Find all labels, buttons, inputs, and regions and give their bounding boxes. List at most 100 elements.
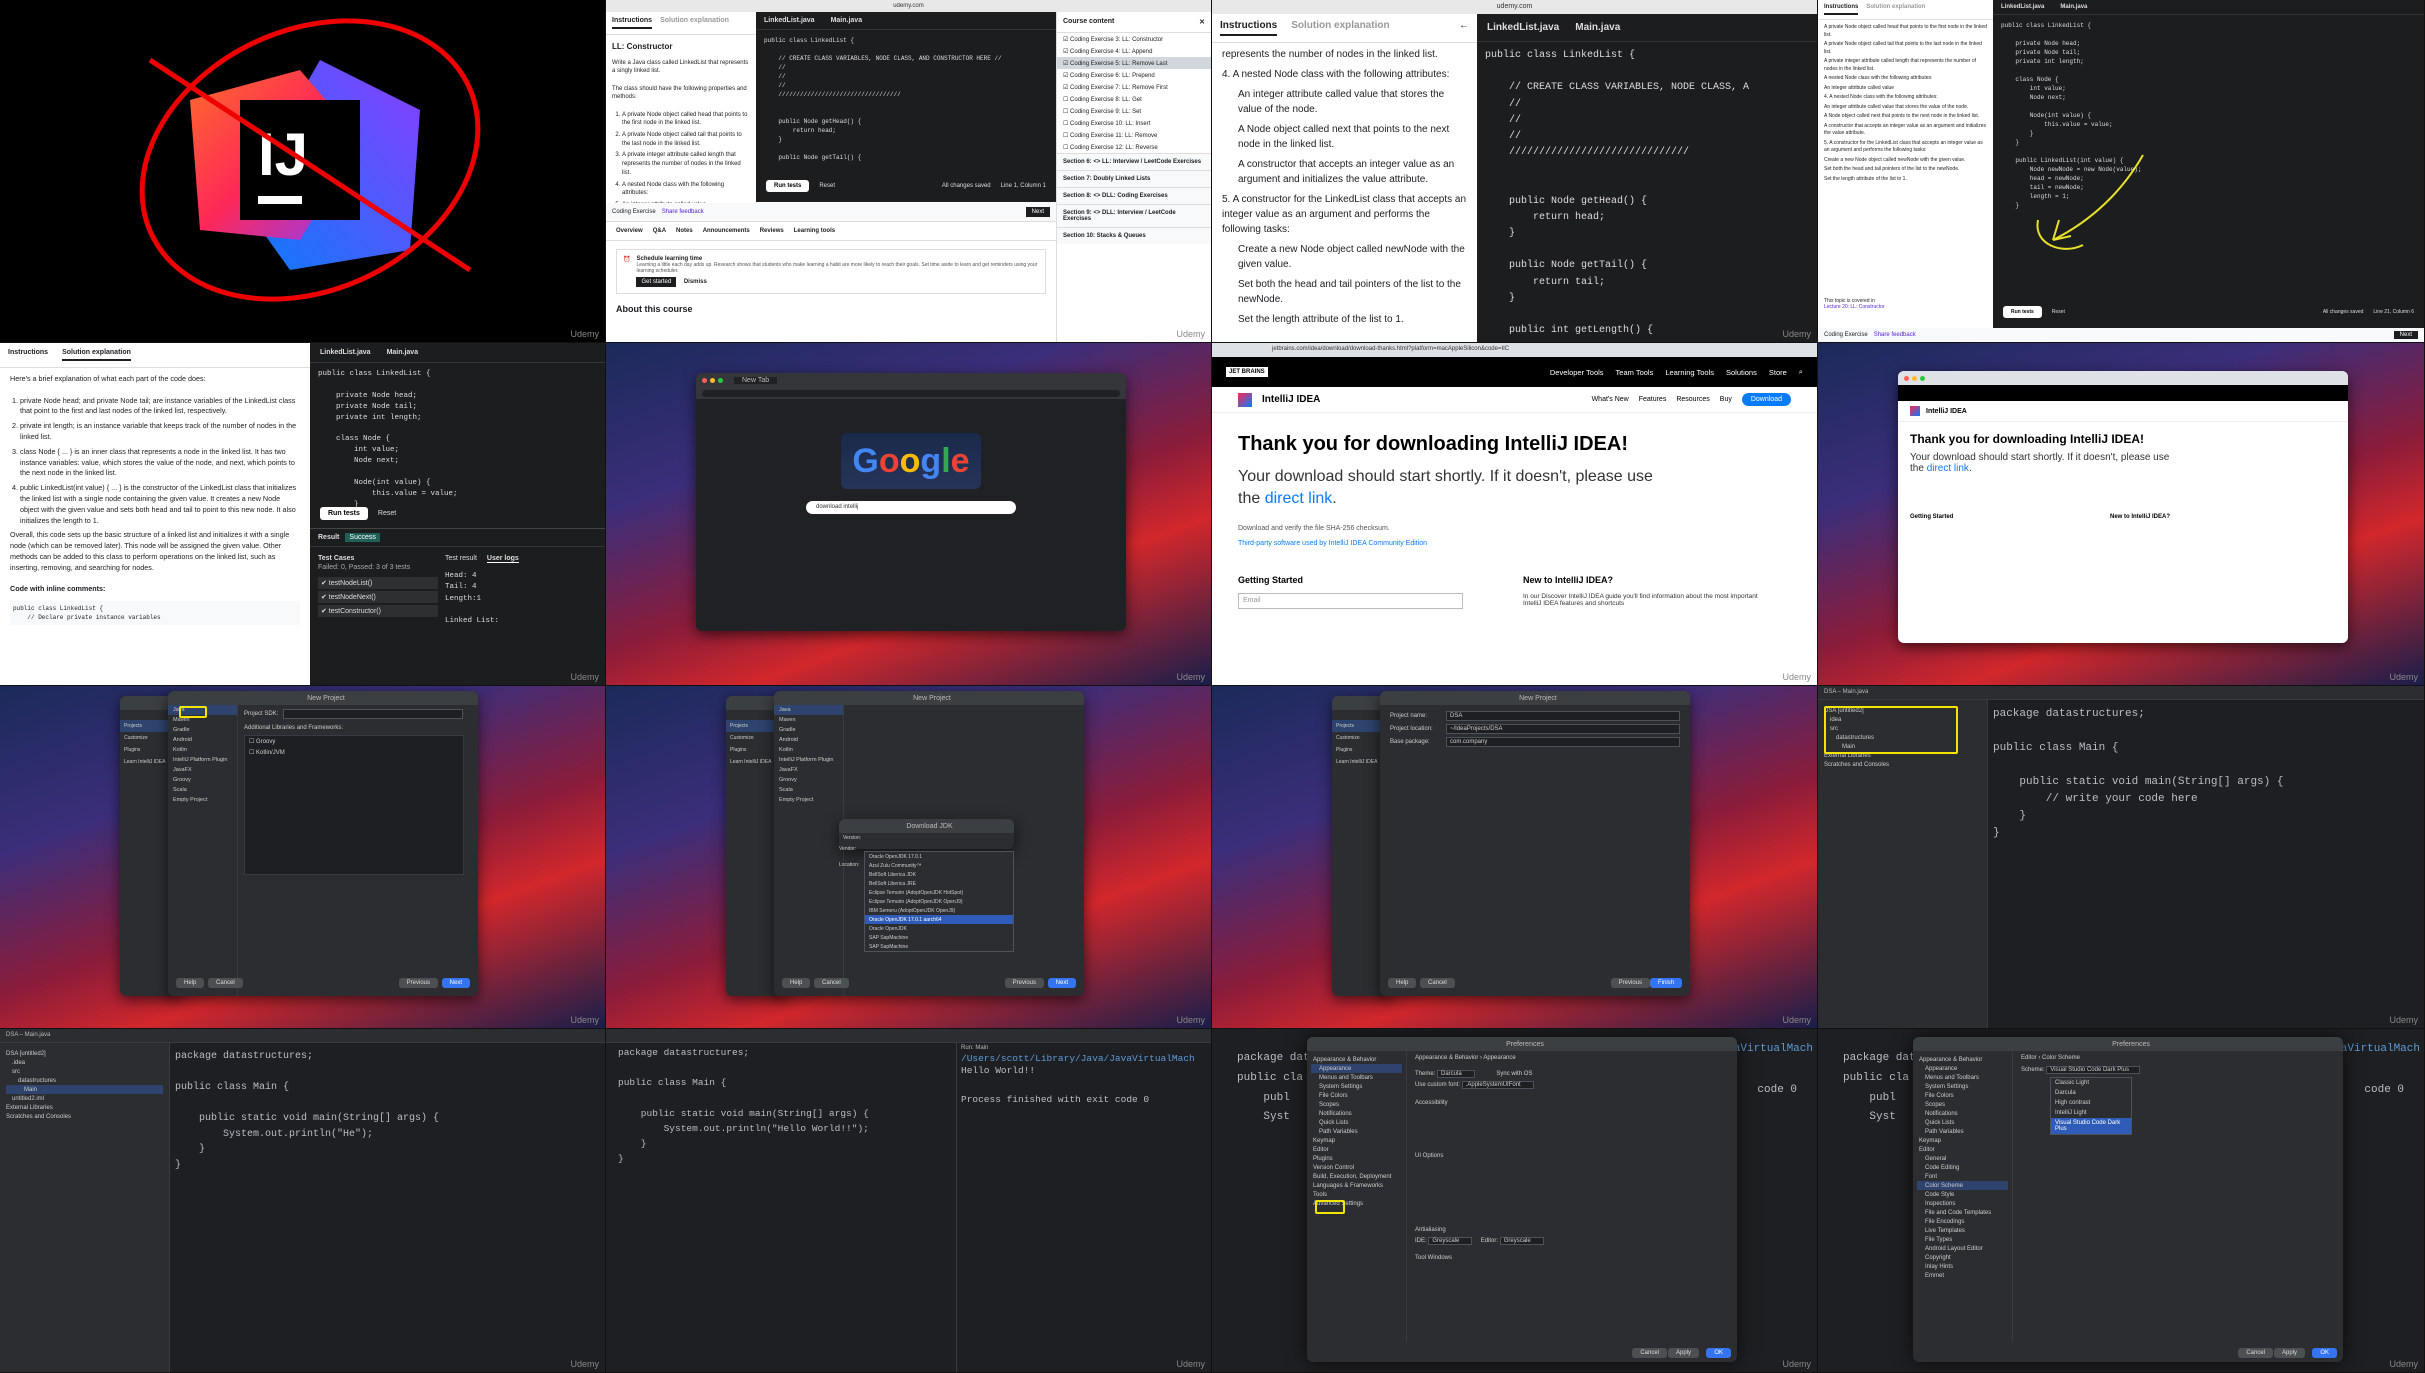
settings-tree-item[interactable]: General [1917, 1154, 2008, 1163]
project-type-item[interactable]: Scala [774, 785, 843, 795]
code-text[interactable]: package datastructures; public class Mai… [175, 1049, 439, 1173]
settings-tree-item[interactable]: Version Control [1311, 1163, 1402, 1172]
code-text[interactable]: public class LinkedList { private Node h… [310, 363, 605, 516]
project-type-item[interactable]: Android [774, 735, 843, 745]
settings-tree-item[interactable]: Android Layout Editor [1917, 1244, 2008, 1253]
jetbrains-logo[interactable]: JET BRAINS [1226, 367, 1268, 377]
settings-tree-item[interactable]: Font [1917, 1172, 2008, 1181]
vendor-option[interactable]: IBM Semeru (AdoptOpenJDK OpenJ9) [865, 906, 1013, 915]
test-case[interactable]: ✔ testConstructor() [318, 605, 438, 617]
settings-tree-item[interactable]: Appearance [1917, 1064, 2008, 1073]
settings-tree[interactable]: Appearance & Behavior Appearance Menus and… [1913, 1051, 2013, 1342]
tree-item[interactable]: .idea [6, 1058, 163, 1067]
cancel-button[interactable]: Cancel [2238, 1348, 2273, 1358]
scheme-option[interactable]: Classic Light [2051, 1078, 2131, 1088]
vendor-option[interactable]: Oracle OpenJDK 17.0.1 [865, 852, 1013, 861]
vendor-option[interactable]: BellSoft Liberica JDK [865, 870, 1013, 879]
search-input[interactable]: download intellij [806, 501, 1016, 514]
dismiss-button[interactable]: Dismiss [684, 279, 707, 285]
project-type-item[interactable]: Groovy [168, 775, 237, 785]
reset-button[interactable]: Reset [378, 510, 396, 517]
project-type-item[interactable]: IntelliJ Platform Plugin [168, 755, 237, 765]
tab-test-result[interactable]: Test result [445, 555, 477, 563]
tab-solution[interactable]: Solution explanation [1291, 20, 1389, 36]
course-section[interactable]: Section 7: Doubly Linked Lists [1057, 170, 1211, 187]
settings-tree-item[interactable]: System Settings [1311, 1082, 1402, 1091]
tab-instructions[interactable]: Instructions [8, 349, 48, 361]
tab-qa[interactable]: Q&A [653, 228, 666, 234]
share-feedback-link[interactable]: Share feedback [1874, 332, 1916, 338]
tab-learningtools[interactable]: Learning tools [794, 228, 835, 234]
code-text[interactable]: public class LinkedList { // CREATE CLAS… [756, 30, 1056, 168]
code-text[interactable]: package datastructures; public class Mai… [1993, 706, 2283, 842]
tree-item[interactable]: Scratches and Consoles [6, 1112, 163, 1121]
settings-tree-item[interactable]: Notifications [1311, 1109, 1402, 1118]
tab-solution[interactable]: Solution explanation [660, 17, 729, 29]
project-type-item[interactable]: Kotlin [774, 745, 843, 755]
tab-reviews[interactable]: Reviews [760, 228, 784, 234]
reset-button[interactable]: Reset [819, 183, 835, 189]
settings-tree-item[interactable]: Build, Execution, Deployment [1311, 1172, 1402, 1181]
checksum-text[interactable]: Download and verify the file SHA-256 che… [1238, 525, 1791, 532]
course-item[interactable]: ☑ Coding Exercise 3: LL: Constructor [1057, 33, 1211, 45]
settings-tree-item[interactable]: Quick Lists [1311, 1118, 1402, 1127]
tab-linkedlist-java[interactable]: LinkedList.java [2001, 4, 2044, 10]
tab-main-java[interactable]: Main.java [2060, 4, 2087, 10]
scheme-option[interactable]: IntelliJ Light [2051, 1108, 2131, 1118]
course-section[interactable]: Section 8: <> DLL: Coding Exercises [1057, 187, 1211, 204]
tab-linkedlist-java[interactable]: LinkedList.java [1487, 22, 1559, 33]
project-type-item[interactable]: Scala [168, 785, 237, 795]
tab-instructions[interactable]: Instructions [612, 17, 653, 29]
nav-developer-tools[interactable]: Developer Tools [1550, 368, 1604, 377]
vendor-option[interactable]: SAP SapMachine [865, 933, 1013, 942]
apply-button[interactable]: Apply [2273, 1348, 2305, 1358]
tab-user-logs[interactable]: User logs [486, 555, 519, 563]
reset-button[interactable]: Reset [2052, 309, 2065, 315]
settings-tree-item[interactable]: Plugins [1311, 1154, 1402, 1163]
lecture-link[interactable]: Lecture 20: LL: Constructor [1824, 304, 1885, 310]
previous-button[interactable]: Previous [1610, 978, 1650, 988]
course-section[interactable]: Section 10: Stacks & Queues [1057, 227, 1211, 244]
tree-item[interactable]: datastructures [6, 1076, 163, 1085]
vendor-option[interactable]: Oracle OpenJDK [865, 924, 1013, 933]
run-tests-button[interactable]: Run tests [320, 507, 368, 520]
back-arrow-icon[interactable]: ← [1459, 20, 1469, 36]
project-type-item[interactable]: Empty Project [774, 795, 843, 805]
settings-tree-item[interactable]: Editor [1311, 1145, 1402, 1154]
settings-tree-item[interactable]: File Colors [1311, 1091, 1402, 1100]
settings-tree-item[interactable]: Scopes [1917, 1100, 2008, 1109]
tab-main-java[interactable]: Main.java [1575, 22, 1620, 33]
settings-tree-item[interactable]: File and Code Templates [1917, 1208, 2008, 1217]
course-item[interactable]: ☐ Coding Exercise 12: LL: Reverse [1057, 141, 1211, 153]
download-button[interactable]: Download [1741, 393, 1791, 406]
settings-tree-item[interactable]: Code Editing [1917, 1163, 2008, 1172]
course-item[interactable]: ☑ Coding Exercise 5: LL: Remove Last [1057, 57, 1211, 69]
help-button[interactable]: Help [782, 978, 811, 988]
run-tests-button[interactable]: Run tests [2003, 306, 2042, 318]
settings-tree-item[interactable]: Keymap [1311, 1136, 1402, 1145]
nav-store[interactable]: Store [1769, 368, 1787, 377]
cancel-button[interactable]: Cancel [814, 978, 849, 988]
vendor-option[interactable]: Azul Zulu Community™ [865, 861, 1013, 870]
course-item[interactable]: ☐ Coding Exercise 10: LL: Insert [1057, 117, 1211, 129]
next-button[interactable]: Next [441, 978, 470, 988]
address-bar[interactable]: jetbrains.com/idea/download/download-tha… [1212, 343, 1817, 357]
subnav-resources[interactable]: Resources [1676, 396, 1709, 403]
settings-tree[interactable]: Appearance & Behavior Appearance Menus and… [1307, 1051, 1407, 1342]
ok-button[interactable]: OK [1706, 1348, 1731, 1358]
course-item[interactable]: ☑ Coding Exercise 6: LL: Prepend [1057, 69, 1211, 81]
tree-item[interactable]: Scratches and Consoles [1824, 760, 1981, 769]
settings-tree-item[interactable]: Menus and Toolbars [1311, 1073, 1402, 1082]
settings-tree-item[interactable]: File Colors [1917, 1091, 2008, 1100]
tab-linkedlist-java[interactable]: LinkedList.java [320, 349, 371, 356]
course-item[interactable]: ☐ Coding Exercise 9: LL: Set [1057, 105, 1211, 117]
previous-button[interactable]: Previous [1004, 978, 1044, 988]
sync-with-os-checkbox[interactable]: Sync with OS [1496, 1071, 1532, 1077]
cancel-button[interactable]: Cancel [1632, 1348, 1667, 1358]
share-feedback-link[interactable]: Share feedback [662, 209, 704, 215]
tab-solution[interactable]: Solution explanation [1866, 4, 1925, 15]
vendor-dropdown[interactable]: Oracle OpenJDK 17.0.1 Azul Zulu Community… [864, 851, 1014, 952]
project-type-item[interactable]: Gradle [774, 725, 843, 735]
help-button[interactable]: Help [1388, 978, 1417, 988]
run-tests-button[interactable]: Run tests [766, 180, 810, 192]
